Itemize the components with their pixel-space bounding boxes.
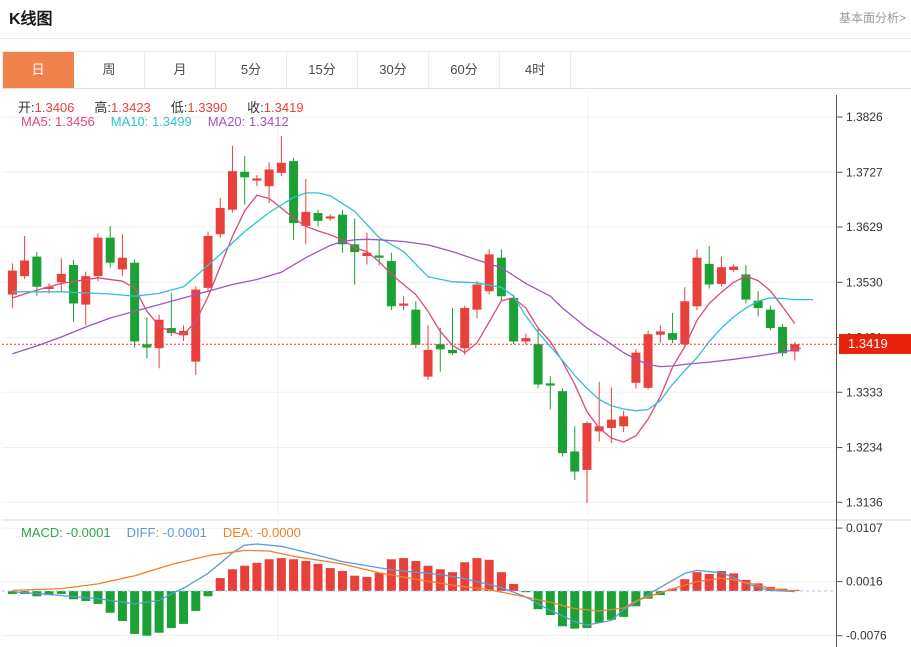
price-tick-label: 1.3136 xyxy=(846,495,883,509)
price-tick-label: 1.3727 xyxy=(846,165,883,179)
price-tick-label: 1.3333 xyxy=(846,385,883,399)
main-axis-labels: 1.38261.37271.36291.35301.34311.33331.32… xyxy=(846,110,883,509)
macd-chart-area[interactable] xyxy=(2,520,836,647)
macd-tick-label: -0.0076 xyxy=(846,629,887,643)
price-tick-label: 1.3629 xyxy=(846,220,883,234)
main-axis-ticks xyxy=(837,117,843,502)
main-chart-area[interactable] xyxy=(2,95,836,517)
price-tick-label: 1.3826 xyxy=(846,110,883,124)
macd-tick-label: 0.0016 xyxy=(846,575,883,589)
price-tick-label: 1.3234 xyxy=(846,441,883,455)
current-price-badge: 1.3419 xyxy=(839,334,911,354)
macd-axis-labels: 0.0107 0.0016 -0.0076 xyxy=(846,521,887,643)
macd-axis-ticks xyxy=(837,528,843,636)
price-tick-label: 1.3530 xyxy=(846,275,883,289)
macd-tick-label: 0.0107 xyxy=(846,521,883,535)
